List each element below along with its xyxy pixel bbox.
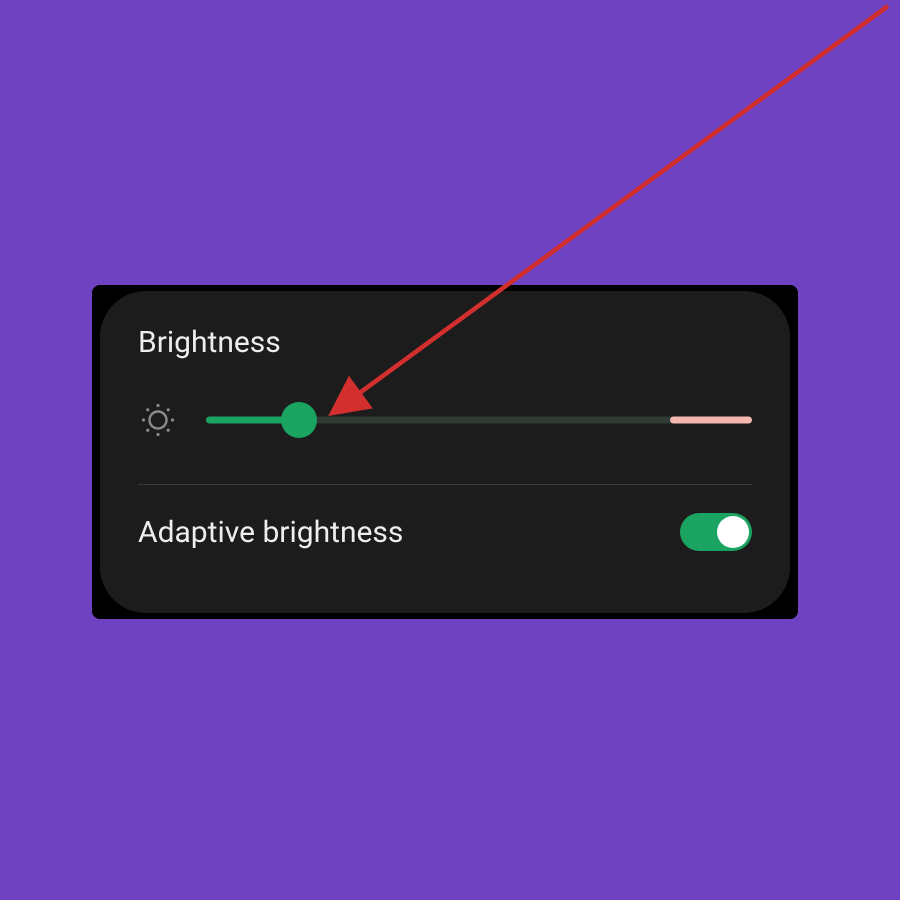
divider xyxy=(138,484,752,485)
brightness-slider[interactable] xyxy=(206,402,752,438)
slider-track-high-zone xyxy=(670,417,752,424)
brightness-panel: Brightness xyxy=(100,291,790,613)
toggle-knob xyxy=(717,516,749,548)
slider-thumb[interactable] xyxy=(281,402,317,438)
adaptive-brightness-label: Adaptive brightness xyxy=(138,515,403,550)
adaptive-brightness-row[interactable]: Adaptive brightness xyxy=(138,513,752,551)
brightness-slider-row xyxy=(138,400,752,440)
brightness-icon xyxy=(138,400,178,440)
settings-card: Brightness xyxy=(92,285,798,619)
adaptive-brightness-toggle[interactable] xyxy=(680,513,752,551)
brightness-title: Brightness xyxy=(138,325,752,360)
